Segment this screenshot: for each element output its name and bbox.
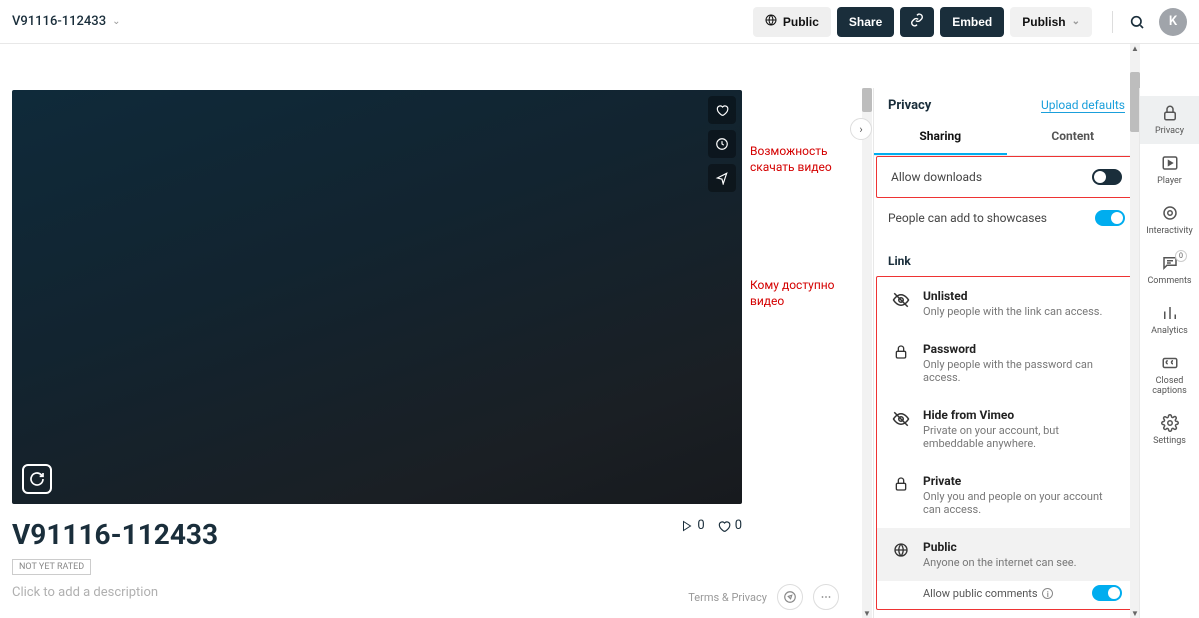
video-stats: 0 0 [12,518,742,533]
globe-icon [765,14,777,29]
share-button[interactable]: Share [837,7,894,37]
link-button[interactable] [900,7,934,37]
hide-desc: Private on your account, but embeddable … [923,424,1122,450]
likes-count: 0 [735,518,742,533]
showcases-toggle[interactable] [1095,210,1125,226]
tab-sharing[interactable]: Sharing [874,119,1007,155]
visibility-label: Public [783,15,819,29]
privacy-panel: ▲ ▼ › Privacy Upload defaults Sharing Co… [873,88,1139,618]
chevron-down-icon: ⌄ [1072,16,1080,27]
rail-comments-label: Comments [1147,276,1191,286]
player-side-icons [708,96,736,192]
unlisted-title: Unlisted [923,289,1102,303]
rail-comments[interactable]: 0 Comments [1140,246,1199,294]
public-comments-toggle[interactable] [1092,585,1122,601]
rail-analytics[interactable]: Analytics [1140,296,1199,344]
option-private[interactable]: Private Only you and people on your acco… [877,462,1136,528]
allow-downloads-label: Allow downloads [891,170,982,184]
lock-icon [891,474,911,516]
chevron-down-icon: ⌄ [112,16,120,27]
avatar[interactable]: K [1159,8,1187,36]
rail-interactivity-label: Interactivity [1146,226,1193,236]
annotation-access: Кому доступно видео [750,278,835,309]
access-highlight: Unlisted Only people with the link can a… [876,276,1137,610]
divider [1112,11,1113,33]
allow-downloads-row: Allow downloads [877,157,1136,197]
eye-off-icon [891,408,911,450]
chevron-right-icon: › [859,123,862,136]
footer: Terms & Privacy [688,584,839,610]
compass-icon[interactable] [777,584,803,610]
tab-content[interactable]: Content [1007,119,1140,155]
private-desc: Only you and people on your account can … [923,490,1122,516]
right-rail: Privacy Player Interactivity 0 Comments … [1139,88,1199,618]
embed-label: Embed [952,15,992,29]
downloads-highlight: Allow downloads [876,156,1137,198]
showcases-row: People can add to showcases [874,198,1139,238]
panel-body: Allow downloads People can add to showca… [874,156,1139,618]
description-input[interactable]: Click to add a description [12,585,742,600]
top-bar: V91116-112433 ⌄ Public Share Embed Publi… [0,0,1199,44]
rail-privacy[interactable]: Privacy [1140,96,1199,144]
panel-tabs: Sharing Content [874,119,1139,156]
upload-defaults-link[interactable]: Upload defaults [1041,98,1125,113]
share-icon[interactable] [708,164,736,192]
public-title: Public [923,540,1077,554]
rail-closed-captions[interactable]: Closed captions [1140,346,1199,404]
rail-settings[interactable]: Settings [1140,406,1199,454]
rail-cc-label: Closed captions [1152,376,1187,396]
info-icon[interactable]: i [1042,588,1053,599]
publish-label: Publish [1022,15,1065,29]
rail-privacy-label: Privacy [1155,126,1184,136]
rail-interactivity[interactable]: Interactivity [1140,196,1199,244]
plays-count: 0 [697,518,704,533]
option-unlisted[interactable]: Unlisted Only people with the link can a… [877,277,1136,330]
public-comments-row: Allow public comments i [877,581,1136,609]
allow-downloads-toggle[interactable] [1092,169,1122,185]
video-player[interactable] [12,90,742,504]
rail-player-label: Player [1157,176,1182,186]
plays-stat[interactable]: 0 [681,518,704,533]
link-icon [910,13,924,30]
lock-icon [891,342,911,384]
option-public[interactable]: Public Anyone on the internet can see. [877,528,1136,581]
embed-button[interactable]: Embed [940,7,1004,37]
panel-title: Privacy [888,98,931,113]
like-icon[interactable] [708,96,736,124]
option-hide[interactable]: Hide from Vimeo Private on your account,… [877,396,1136,462]
visibility-button[interactable]: Public [753,7,831,37]
video-title-dropdown[interactable]: V91116-112433 ⌄ [12,14,120,29]
rail-analytics-label: Analytics [1151,326,1188,336]
rail-settings-label: Settings [1153,436,1186,446]
rating-badge: NOT YET RATED [12,559,91,575]
publish-button[interactable]: Publish ⌄ [1010,7,1092,37]
terms-link[interactable]: Terms & Privacy [688,591,767,604]
public-comments-label: Allow public comments [923,587,1038,600]
showcases-label: People can add to showcases [888,211,1047,225]
rail-player[interactable]: Player [1140,146,1199,194]
private-title: Private [923,474,1122,488]
password-desc: Only people with the password can access… [923,358,1122,384]
public-desc: Anyone on the internet can see. [923,556,1077,569]
main-area: V91116-112433 NOT YET RATED Click to add… [0,44,1199,618]
password-title: Password [923,342,1122,356]
panel-collapse-button[interactable]: › [850,118,872,140]
panel-scrollbar[interactable]: ▲ ▼ [862,88,872,618]
more-icon[interactable] [813,584,839,610]
comments-badge: 0 [1175,250,1187,262]
search-button[interactable] [1123,8,1151,36]
unlisted-desc: Only people with the link can access. [923,305,1102,318]
likes-stat[interactable]: 0 [717,518,742,533]
annotation-downloads: Возможность скачать видео [750,144,832,175]
hide-title: Hide from Vimeo [923,408,1122,422]
reload-icon[interactable] [22,464,52,494]
title-text: V91116-112433 [12,14,106,29]
share-label: Share [849,15,882,29]
option-password[interactable]: Password Only people with the password c… [877,330,1136,396]
globe-icon [891,540,911,569]
link-section-title: Link [874,238,1139,276]
watch-later-icon[interactable] [708,130,736,158]
eye-off-icon [891,289,911,318]
